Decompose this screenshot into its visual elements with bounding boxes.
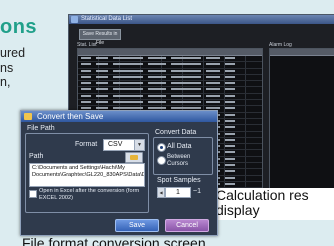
spin-down-icon[interactable]: ◀ xyxy=(157,187,165,198)
between-cursors-radio[interactable] xyxy=(157,156,166,165)
convert-data-label: Convert Data xyxy=(155,129,197,136)
open-in-excel-label: Open in Excel after the conversion (form… xyxy=(39,188,140,201)
statistics-toolbar: Save Results in File xyxy=(79,29,121,46)
folder-icon xyxy=(130,155,138,160)
body-text-line: ured xyxy=(0,46,26,60)
spot-samples-suffix: ~1 xyxy=(193,188,201,195)
format-select-value: CSV xyxy=(108,141,123,148)
table-row xyxy=(78,62,262,69)
path-field[interactable]: C:\Documents and Settings\Hachi\My Docum… xyxy=(29,163,145,187)
dialog-app-icon xyxy=(24,113,32,120)
table-row xyxy=(78,68,262,75)
statistics-window-title: Statistical Data List xyxy=(81,16,133,22)
body-text: ured ns n, xyxy=(0,46,25,90)
calculation-caption: Calculation res display xyxy=(214,188,334,220)
table-row xyxy=(78,87,262,94)
open-in-excel-checkbox[interactable] xyxy=(29,190,37,198)
convert-save-dialog: Convert then Save File Path Format CSV ▼… xyxy=(20,110,218,236)
body-text-line: n, xyxy=(0,75,11,89)
table-header xyxy=(270,49,334,56)
between-cursors-label: Between Cursors xyxy=(167,154,191,167)
table-header xyxy=(78,49,262,56)
section-heading: ons xyxy=(0,16,38,38)
chevron-down-icon: ▼ xyxy=(134,140,144,150)
window-icon xyxy=(71,16,78,23)
spot-samples-input[interactable]: 1 xyxy=(165,187,191,198)
path-label: Path xyxy=(29,153,44,160)
all-data-radio[interactable] xyxy=(157,143,166,152)
save-results-button[interactable]: Save Results in File xyxy=(79,29,121,46)
format-select[interactable]: CSV ▼ xyxy=(103,139,145,151)
file-format-caption: File format conversion screen xyxy=(22,235,206,246)
dialog-title: Convert then Save xyxy=(37,112,104,121)
statistics-window-titlebar: Statistical Data List xyxy=(69,15,334,24)
alarm-log-table[interactable] xyxy=(269,48,334,190)
body-text-line: ns xyxy=(0,60,14,75)
file-path-label: File Path xyxy=(27,125,55,132)
dialog-titlebar: Convert then Save xyxy=(21,111,217,122)
save-button[interactable]: Save xyxy=(115,219,159,232)
spot-samples-label: Spot Samples xyxy=(157,177,201,184)
format-label: Format xyxy=(75,141,98,148)
page: ons ured ns n, Statistical Data List Sav… xyxy=(0,0,334,246)
all-data-label: All Data xyxy=(167,143,192,150)
browse-folder-button[interactable] xyxy=(125,152,143,163)
cancel-button[interactable]: Cancel xyxy=(165,219,209,232)
